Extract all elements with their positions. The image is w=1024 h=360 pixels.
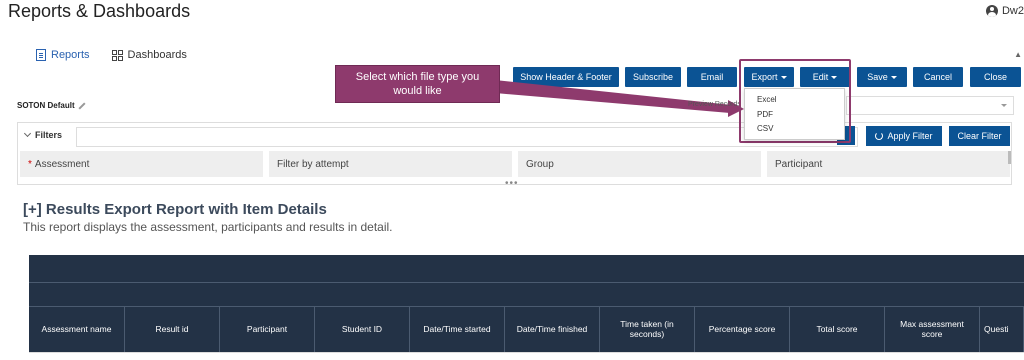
table-header[interactable]: Total score bbox=[790, 306, 885, 352]
table-divider bbox=[29, 282, 1024, 283]
preview-records-label: Preview Records bbox=[688, 101, 741, 108]
filters-toggle[interactable]: Filters bbox=[23, 129, 63, 140]
table-row bbox=[29, 352, 1024, 360]
filters-label: Filters bbox=[35, 130, 63, 140]
report-name-label: SOTON Default bbox=[17, 101, 75, 110]
refresh-icon bbox=[875, 132, 884, 140]
table-header[interactable]: Percentage score bbox=[695, 306, 790, 352]
chevron-down-icon bbox=[23, 129, 32, 138]
table-header[interactable]: Max assessment score bbox=[885, 306, 980, 352]
report-name[interactable]: SOTON Default bbox=[17, 101, 86, 110]
instruction-callout: Select which file type you would like bbox=[335, 65, 500, 103]
chevron-down-icon bbox=[1001, 104, 1007, 107]
pencil-icon[interactable] bbox=[78, 101, 86, 110]
export-option-csv[interactable]: CSV bbox=[745, 122, 844, 137]
report-title[interactable]: [+] Results Export Report with Item Deta… bbox=[23, 201, 327, 218]
attempt-filter[interactable]: Filter by attempt bbox=[269, 151, 512, 177]
clear-filter-button[interactable]: Clear Filter bbox=[949, 126, 1010, 146]
apply-filter-label: Apply Filter bbox=[887, 131, 933, 141]
table-header[interactable]: Date/Time started bbox=[410, 306, 505, 352]
table-header[interactable]: Time taken (in seconds) bbox=[600, 306, 695, 352]
preview-records-select[interactable] bbox=[846, 96, 1014, 115]
assessment-filter-label: Assessment bbox=[34, 158, 90, 170]
filters-scrollbar[interactable] bbox=[1008, 151, 1011, 164]
assessment-filter[interactable]: * Assessment bbox=[20, 151, 263, 177]
report-description: This report displays the assessment, par… bbox=[23, 220, 393, 234]
group-filter[interactable]: Group bbox=[518, 151, 761, 177]
table-header[interactable]: Student ID bbox=[315, 306, 410, 352]
table-header[interactable]: Date/Time finished bbox=[505, 306, 600, 352]
attempt-filter-label: Filter by attempt bbox=[277, 158, 349, 170]
participant-filter[interactable]: Participant bbox=[767, 151, 1010, 177]
results-table: Assessment name Result id Participant St… bbox=[29, 255, 1024, 360]
export-option-pdf[interactable]: PDF bbox=[745, 108, 844, 123]
table-header[interactable]: Participant bbox=[220, 306, 315, 352]
export-dropdown-menu: Excel PDF CSV bbox=[744, 88, 845, 140]
participant-filter-label: Participant bbox=[775, 158, 823, 170]
group-filter-label: Group bbox=[526, 158, 554, 170]
resize-handle[interactable]: ••• bbox=[505, 179, 519, 189]
export-option-excel[interactable]: Excel bbox=[745, 93, 844, 108]
required-marker: * bbox=[28, 158, 32, 170]
table-header[interactable]: Result id bbox=[125, 306, 220, 352]
table-header[interactable]: Assessment name bbox=[29, 306, 125, 352]
table-header[interactable]: Questi bbox=[980, 306, 1024, 352]
apply-filter-button[interactable]: Apply Filter bbox=[866, 126, 942, 146]
table-header-row: Assessment name Result id Participant St… bbox=[29, 306, 1024, 352]
